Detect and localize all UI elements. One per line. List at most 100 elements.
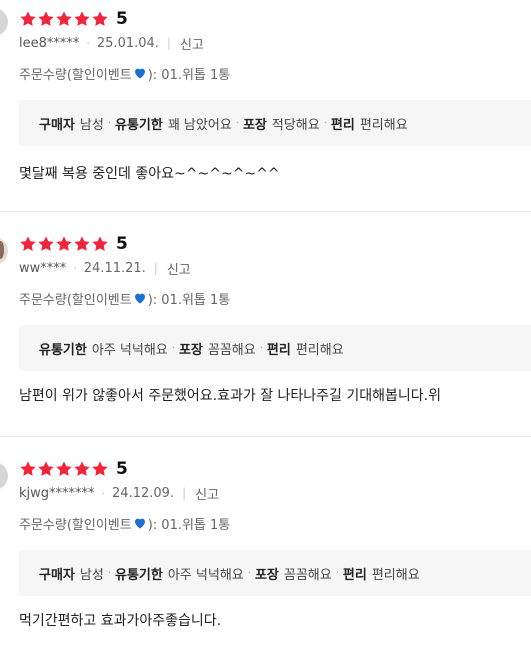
- star-icon: [19, 235, 37, 253]
- tag-value: 아주 넉넉해요: [167, 567, 244, 583]
- rating: 5: [19, 233, 128, 255]
- reviewer-id: kjwg*******: [19, 485, 95, 501]
- review-body: 먹기간편하고 효과가아주좋습니다.: [19, 613, 222, 629]
- star-icon: [91, 235, 109, 253]
- review-tag: 포장 꼼꼼해요: [255, 564, 332, 583]
- tag-key: 편리: [342, 567, 367, 583]
- tag-value: 꼼꼼해요: [283, 567, 332, 583]
- review-tag: 유통기한 아주 넉넉해요: [115, 564, 244, 583]
- review-date: 24.12.09.: [112, 485, 175, 501]
- review-tag: 유통기한 아주 넉넉해요: [39, 339, 168, 358]
- tag-separator: ·: [259, 342, 263, 354]
- avatar: [0, 237, 8, 265]
- star-icon: [73, 10, 91, 28]
- star-rating: [19, 10, 109, 28]
- review-meta: kjwg******* · 24.12.09. | 신고: [19, 484, 219, 503]
- tag-key: 편리: [266, 342, 291, 358]
- star-rating: [19, 235, 109, 253]
- star-icon: [73, 235, 91, 253]
- review-tag: 편리 편리해요: [267, 339, 344, 358]
- tag-value: 아주 넉넉해요: [91, 342, 168, 358]
- review-tag: 구매자 남성: [39, 114, 104, 133]
- meta-dot: ·: [73, 261, 77, 275]
- meta-separator: |: [166, 36, 171, 50]
- tag-value: 남성: [79, 567, 104, 583]
- tag-separator: ·: [247, 567, 251, 579]
- option-prefix: 주문수량(할인이벤트: [19, 67, 132, 83]
- tag-value: 편리해요: [371, 567, 420, 583]
- rating-score: 5: [116, 9, 128, 29]
- review-date: 25.01.04.: [96, 35, 159, 51]
- review-body: 남편이 위가 않좋아서 주문했어요.효과가 잘 나타나주길 기대해봅니다.위: [19, 388, 441, 404]
- star-icon: [37, 460, 55, 478]
- rating-score: 5: [116, 459, 128, 479]
- tag-value: 꼼꼼해요: [207, 342, 256, 358]
- star-icon: [91, 10, 109, 28]
- tag-key: 유통기한: [115, 567, 163, 583]
- rating: 5: [19, 458, 128, 480]
- report-button[interactable]: 신고: [167, 259, 191, 278]
- review-card: 5 kjwg******* · 24.12.09. | 신고 주문수량(할인이벤…: [0, 458, 531, 658]
- tag-value: 남성: [79, 117, 104, 133]
- report-button[interactable]: 신고: [180, 34, 204, 53]
- star-icon: [19, 460, 37, 478]
- order-option: 주문수량(할인이벤트 ): 01.위톱 1통: [19, 63, 230, 83]
- avatar: [0, 8, 8, 36]
- star-icon: [37, 235, 55, 253]
- review-tag: 구매자 남성: [39, 564, 104, 583]
- review-tag: 편리 편리해요: [331, 114, 408, 133]
- review-tags: 유통기한 아주 넉넉해요 · 포장 꼼꼼해요 · 편리 편리해요: [19, 325, 531, 371]
- tag-separator: ·: [107, 567, 111, 579]
- tag-key: 유통기한: [39, 342, 87, 358]
- tag-value: 꽤 남았어요: [167, 117, 232, 133]
- blue-heart-icon: [133, 516, 147, 530]
- tag-value: 적당해요: [271, 117, 320, 133]
- tag-key: 포장: [254, 567, 279, 583]
- reviewer-id: lee8*****: [19, 35, 80, 51]
- review-tag: 포장 꼼꼼해요: [179, 339, 256, 358]
- meta-separator: |: [182, 486, 187, 500]
- tag-separator: ·: [107, 117, 111, 129]
- review-date: 24.11.21.: [83, 260, 146, 276]
- blue-heart-icon: [133, 66, 147, 80]
- tag-value: 편리해요: [359, 117, 408, 133]
- tag-key: 편리: [330, 117, 355, 133]
- meta-separator: |: [153, 261, 158, 275]
- report-button[interactable]: 신고: [195, 484, 219, 503]
- divider: [0, 436, 531, 437]
- meta-dot: ·: [101, 486, 106, 500]
- meta-dot: ·: [86, 36, 90, 50]
- tag-key: 포장: [242, 117, 267, 133]
- option-suffix: ): 01.위톱 1통: [147, 517, 231, 533]
- tag-key: 구매자: [39, 117, 75, 133]
- star-icon: [91, 460, 109, 478]
- option-prefix: 주문수량(할인이벤트: [19, 292, 132, 308]
- option-suffix: ): 01.위톱 1통: [147, 292, 231, 308]
- review-card: 5 ww**** · 24.11.21. | 신고 주문수량(할인이벤트 ): …: [0, 233, 531, 433]
- tag-key: 포장: [178, 342, 203, 358]
- tag-separator: ·: [335, 567, 339, 579]
- option-prefix: 주문수량(할인이벤트: [19, 517, 132, 533]
- order-option: 주문수량(할인이벤트 ): 01.위톱 1통: [19, 513, 230, 533]
- reviewer-id: ww****: [19, 260, 67, 276]
- tag-key: 유통기한: [115, 117, 163, 133]
- rating-score: 5: [116, 234, 128, 254]
- tag-separator: ·: [323, 117, 327, 129]
- rating: 5: [19, 8, 128, 30]
- star-icon: [37, 10, 55, 28]
- tag-key: 구매자: [39, 567, 75, 583]
- review-meta: ww**** · 24.11.21. | 신고: [19, 259, 191, 278]
- tag-separator: ·: [235, 117, 239, 129]
- star-icon: [19, 10, 37, 28]
- order-option: 주문수량(할인이벤트 ): 01.위톱 1통: [19, 288, 230, 308]
- review-tag: 유통기한 꽤 남았어요: [115, 114, 232, 133]
- blue-heart-icon: [133, 291, 147, 305]
- review-card: 5 lee8***** · 25.01.04. | 신고 주문수량(할인이벤트 …: [0, 8, 531, 208]
- star-icon: [55, 460, 73, 478]
- star-icon: [73, 460, 91, 478]
- review-tags: 구매자 남성 · 유통기한 꽤 남았어요 · 포장 적당해요 · 편리 편리해요: [19, 100, 531, 146]
- tag-separator: ·: [171, 342, 175, 354]
- divider: [0, 211, 531, 212]
- review-meta: lee8***** · 25.01.04. | 신고: [19, 34, 204, 53]
- review-tags: 구매자 남성 · 유통기한 아주 넉넉해요 · 포장 꼼꼼해요 · 편리 편리해요: [19, 550, 531, 596]
